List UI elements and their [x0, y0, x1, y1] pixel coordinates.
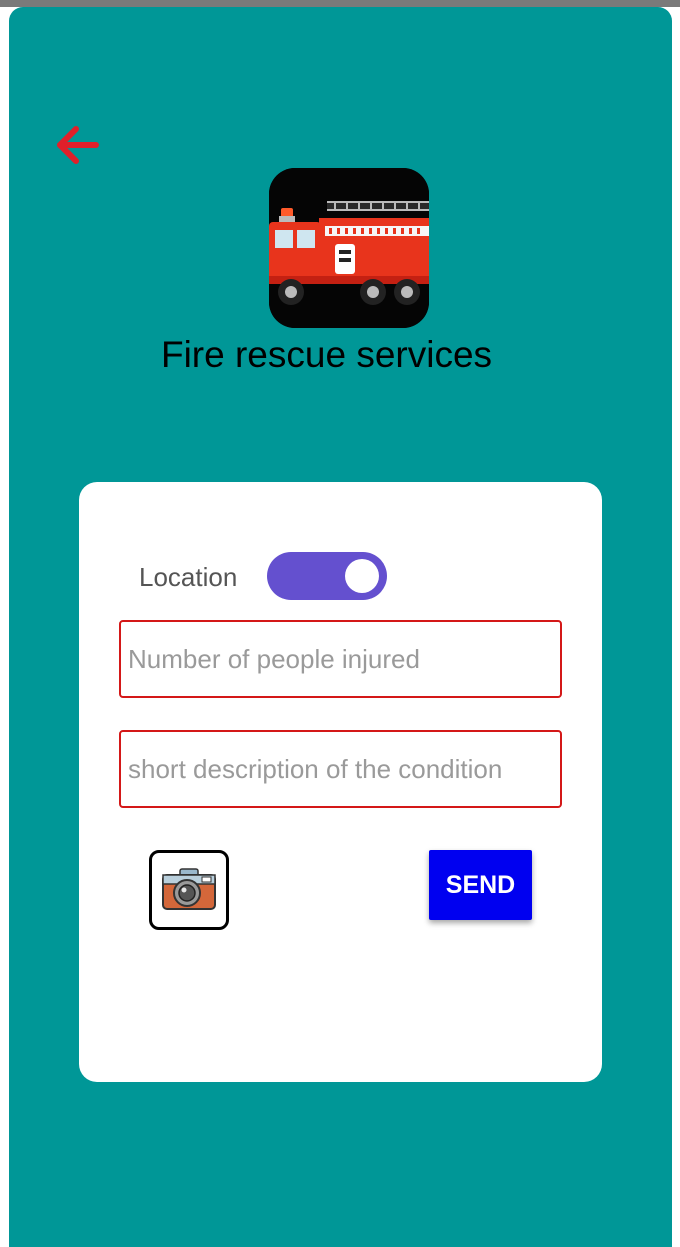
send-button[interactable]: SEND: [429, 850, 532, 920]
injured-count-input[interactable]: [121, 622, 560, 696]
camera-button[interactable]: [149, 850, 229, 930]
condition-description-field[interactable]: [119, 730, 562, 808]
report-card: Location SEND: [79, 482, 602, 1082]
app-screen: Fire rescue services Location SEND: [9, 7, 672, 1247]
toggle-knob: [345, 559, 379, 593]
location-label: Location: [139, 562, 238, 592]
page-title: Fire rescue services: [160, 334, 493, 375]
fire-truck-icon: [269, 168, 429, 328]
injured-count-field[interactable]: [119, 620, 562, 698]
location-toggle[interactable]: [267, 552, 387, 600]
status-bar: [0, 0, 680, 7]
condition-description-input[interactable]: [121, 732, 560, 806]
back-button[interactable]: [49, 119, 105, 171]
fire-truck-logo: [269, 168, 429, 328]
arrow-left-icon: [57, 126, 99, 164]
camera-icon: [162, 868, 216, 910]
